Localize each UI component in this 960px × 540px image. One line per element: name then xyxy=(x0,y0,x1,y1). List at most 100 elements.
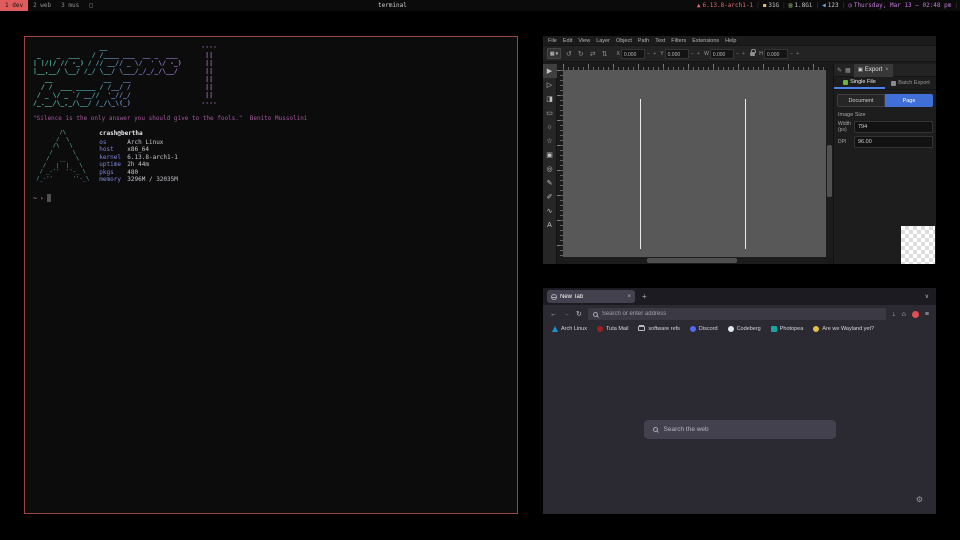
menu-object[interactable]: Object xyxy=(616,38,632,44)
spin-plus-icon[interactable]: + xyxy=(652,51,657,57)
browser-tab[interactable]: New Tab × xyxy=(547,290,635,303)
web-search-box[interactable] xyxy=(644,420,836,439)
field-input[interactable]: 0.000 xyxy=(621,49,645,59)
desktop: 1 dev2 web3 mus □ terminal ▲6.13.8-arch1… xyxy=(0,0,960,540)
menu-file[interactable]: File xyxy=(548,38,557,44)
transform-icon[interactable]: ↺ xyxy=(565,50,573,58)
bookmarks-bar: Arch Linux Tuta Mail software refs Discord C… xyxy=(543,323,936,334)
new-tab-page: ⚙ xyxy=(543,334,936,514)
field-input[interactable]: 0.000 xyxy=(764,49,788,59)
rectangle-tool[interactable]: ▭ xyxy=(543,106,557,120)
account-avatar[interactable] xyxy=(912,311,919,318)
menu-text[interactable]: Text xyxy=(655,38,665,44)
text-tool[interactable]: A xyxy=(543,218,557,232)
browser-navbar: ← → ↻ ↓ ⌂ ≡ xyxy=(543,305,936,323)
spin-plus-icon[interactable]: + xyxy=(795,51,800,57)
canvas-horizontal-scrollbar[interactable] xyxy=(563,257,826,264)
web-search-input[interactable] xyxy=(664,426,827,433)
node-tool[interactable]: ▷ xyxy=(543,78,557,92)
downloads-button[interactable]: ↓ xyxy=(892,311,896,318)
layout-icon[interactable]: □ xyxy=(84,2,98,9)
reload-button[interactable]: ↻ xyxy=(576,310,582,318)
fetch-value: 6.13.8-arch1-1 xyxy=(127,154,178,162)
scrollbar-thumb[interactable] xyxy=(827,145,832,197)
ellipse-tool[interactable]: ○ xyxy=(543,120,557,134)
menu-path[interactable]: Path xyxy=(638,38,649,44)
site-icon xyxy=(771,326,777,332)
spiral-tool[interactable]: ◎ xyxy=(543,162,557,176)
transform-icon[interactable]: ↻ xyxy=(577,50,585,58)
status-text: 123 xyxy=(828,2,839,9)
box3d-tool[interactable]: ▣ xyxy=(543,148,557,162)
scrollbar-thumb[interactable] xyxy=(647,258,736,263)
spin-minus-icon[interactable]: − xyxy=(735,51,740,57)
pen-tool[interactable]: ✐ xyxy=(543,190,557,204)
shape-builder-tool[interactable]: ◨ xyxy=(543,92,557,106)
menu-button[interactable]: ≡ xyxy=(925,311,929,318)
spin-minus-icon[interactable]: − xyxy=(690,51,695,57)
fetch-label: kernel xyxy=(99,154,127,162)
address-bar[interactable] xyxy=(588,308,886,320)
layers-dialog-icon[interactable]: ▦ xyxy=(845,67,851,74)
terminal-window[interactable]: __ ···· _ _ ___ / /____ ___ __ _ ___ || … xyxy=(24,36,518,514)
browser-window[interactable]: New Tab × + ∨ ← → ↻ ↓ ⌂ ≡ Arch Linux Tuta… xyxy=(543,288,936,514)
fetch-row: uptime2h 44m xyxy=(99,161,178,169)
new-tab-button[interactable]: + xyxy=(642,292,647,301)
selector-tool[interactable]: ▶ xyxy=(543,64,557,78)
field-input[interactable]: 0.000 xyxy=(710,49,734,59)
home-button[interactable]: ⌂ xyxy=(902,311,906,318)
transform-icon[interactable]: ⇅ xyxy=(601,50,609,58)
export-dialog-tab[interactable]: ▣ Export × xyxy=(854,64,893,77)
pencil-tool[interactable]: ✎ xyxy=(543,176,557,190)
workspace-tag[interactable]: 3 mus xyxy=(56,0,84,11)
star-tool[interactable]: ☆ xyxy=(543,134,557,148)
spin-minus-icon[interactable]: − xyxy=(646,51,651,57)
bookmark-label: Tuta Mail xyxy=(606,326,628,332)
menu-help[interactable]: Help xyxy=(725,38,736,44)
workspace-tag[interactable]: 2 web xyxy=(28,0,56,11)
bookmark-item[interactable]: Are we Wayland yet? xyxy=(813,326,874,332)
dpi-row: DPI xyxy=(838,136,933,148)
export-mode-document[interactable]: Document xyxy=(837,94,885,107)
menu-view[interactable]: View xyxy=(578,38,590,44)
shell-prompt[interactable]: ~ › xyxy=(33,194,509,202)
transform-icon[interactable]: ⇄ xyxy=(589,50,597,58)
bookmark-item[interactable]: Arch Linux xyxy=(552,326,587,332)
inkscape-canvas[interactable] xyxy=(563,70,826,257)
menu-extensions[interactable]: Extensions xyxy=(692,38,719,44)
bookmark-item[interactable]: Tuta Mail xyxy=(597,326,628,332)
menu-edit[interactable]: Edit xyxy=(563,38,572,44)
spin-minus-icon[interactable]: − xyxy=(789,51,794,57)
bookmark-item[interactable]: Photopea xyxy=(771,326,804,332)
address-input[interactable] xyxy=(602,311,881,317)
export-mode-page[interactable]: Page xyxy=(885,94,933,107)
width-input[interactable] xyxy=(854,121,933,133)
forward-button[interactable]: → xyxy=(563,311,570,318)
lock-icon[interactable] xyxy=(750,52,755,56)
menu-layer[interactable]: Layer xyxy=(596,38,610,44)
dialog-tab-bar: ✎ ▦ ▣ Export × xyxy=(834,64,936,77)
export-area-modes: DocumentPage xyxy=(837,94,933,107)
canvas-vertical-scrollbar[interactable] xyxy=(826,70,833,257)
dpi-input[interactable] xyxy=(854,136,933,148)
selection-mode-dropdown[interactable]: ▦▾ xyxy=(547,48,561,59)
bookmark-item[interactable]: Codeberg xyxy=(728,326,761,332)
spin-plus-icon[interactable]: + xyxy=(696,51,701,57)
export-subtab[interactable]: Single File xyxy=(834,77,885,89)
personalize-gear-icon[interactable]: ⚙ xyxy=(916,495,923,504)
tab-overflow-icon[interactable]: ∨ xyxy=(925,293,929,300)
export-subtab[interactable]: Batch Export xyxy=(885,77,936,89)
close-icon[interactable]: × xyxy=(885,67,889,73)
site-icon xyxy=(728,326,734,332)
tab-close-icon[interactable]: × xyxy=(627,294,631,300)
spin-plus-icon[interactable]: + xyxy=(741,51,746,57)
workspace-tag[interactable]: 1 dev xyxy=(0,0,28,11)
edit-dialog-icon[interactable]: ✎ xyxy=(837,67,842,74)
inkscape-window[interactable]: File Edit View Layer Object Path Text Filters Ex… xyxy=(543,36,936,264)
back-button[interactable]: ← xyxy=(550,311,557,318)
bookmark-item[interactable]: Discord xyxy=(690,326,718,332)
menu-filters[interactable]: Filters xyxy=(671,38,686,44)
calligraphy-tool[interactable]: ∿ xyxy=(543,204,557,218)
bookmark-item[interactable]: software refs xyxy=(638,326,679,332)
field-input[interactable]: 0.000 xyxy=(665,49,689,59)
